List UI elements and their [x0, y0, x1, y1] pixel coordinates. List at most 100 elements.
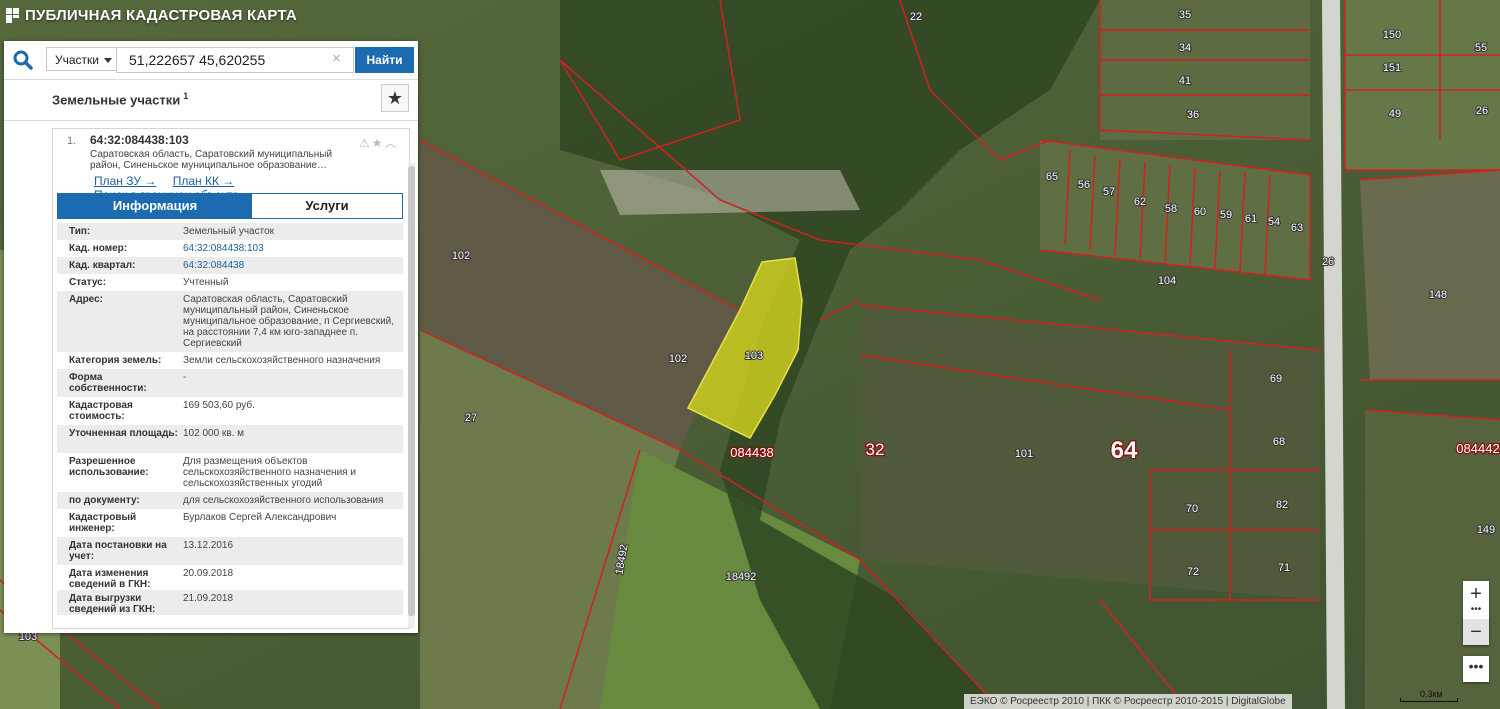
link-plan-zu[interactable]: План ЗУ →: [94, 174, 156, 188]
info-value: -: [183, 372, 187, 383]
info-row: Форма собственности: -: [57, 369, 403, 397]
info-key: Разрешенное использование:: [69, 456, 149, 478]
zoom-control: + ••• −: [1463, 581, 1489, 645]
parcel-label: 104: [1158, 275, 1176, 287]
parcel-label: 63: [1291, 222, 1303, 234]
info-value: 13.12.2016: [183, 540, 234, 551]
results-count: 1: [183, 91, 189, 101]
bare-slope: [600, 170, 860, 215]
parcel-label: 149: [1477, 524, 1495, 536]
star-outline-icon[interactable]: ★: [372, 136, 385, 150]
cad-block-link[interactable]: 64:32:084438: [183, 260, 395, 271]
parcel-label: 61: [1245, 213, 1257, 225]
field-area: [1100, 0, 1310, 140]
info-row: Разрешенное использование: Для размещения…: [57, 453, 403, 492]
parcel-label: 18492: [726, 571, 757, 583]
region-label: 64: [1111, 437, 1138, 464]
parcel-label: 101: [1015, 448, 1033, 460]
parcel-label: 68: [1273, 436, 1285, 448]
parcel-label: 82: [1276, 499, 1288, 511]
parcel-label: 49: [1389, 108, 1401, 120]
info-value: Бурлаков Сергей Александрович: [183, 512, 337, 523]
search-bar: Участки × Найти: [4, 41, 418, 79]
parcel-label: 72: [1187, 566, 1199, 578]
short-address: Саратовская область, Саратовский муницип…: [90, 149, 333, 171]
parcel-label: 35: [1179, 9, 1191, 21]
zoom-out-button[interactable]: −: [1463, 619, 1489, 645]
info-key: Адрес:: [69, 294, 103, 305]
parcel-label: 102: [452, 250, 470, 262]
info-row: Тип: Земельный участок: [57, 223, 403, 240]
chevron-down-icon: [104, 58, 112, 63]
info-value: Земельный участок: [183, 226, 275, 237]
parcel-label: 148: [1429, 289, 1447, 301]
info-key: Кадастровая стоимость:: [69, 400, 133, 422]
cad-number-link[interactable]: 64:32:084438:103: [183, 243, 395, 254]
parcel-label: 27: [465, 412, 477, 424]
card-actions: ⚠★︿: [359, 134, 399, 151]
field-area: [1345, 0, 1500, 170]
parcel-label: 69: [1270, 373, 1282, 385]
favorites-button[interactable]: ★: [381, 84, 409, 112]
parcel-label: 22: [910, 11, 922, 23]
info-key: Статус:: [69, 277, 107, 288]
copyright-bar: ЕЭКО © Росреестр 2010 | ПКК © Росреестр …: [964, 694, 1292, 709]
info-value: Для размещения объектов сельскохозяйстве…: [183, 456, 356, 489]
info-value: Учтенный: [183, 277, 229, 288]
parcel-label: 36: [1187, 109, 1199, 121]
info-row: Кад. квартал: 64:32:084438: [57, 257, 403, 274]
parcel-label: 103: [745, 350, 763, 362]
result-index: 1.: [67, 135, 77, 147]
find-button[interactable]: Найти: [355, 47, 414, 73]
info-value: 169 503,60 руб.: [183, 400, 255, 411]
info-row: Дата выгрузки сведений из ГКН: 21.09.2018: [57, 590, 403, 615]
chevron-up-icon[interactable]: ︿: [385, 136, 399, 150]
search-input[interactable]: [116, 47, 354, 73]
tab-services[interactable]: Услуги: [252, 194, 402, 218]
parcel-label: 70: [1186, 503, 1198, 515]
close-icon[interactable]: ×: [332, 51, 341, 66]
parcel-label: 34: [1179, 42, 1191, 54]
info-row: по документу: для сельскохозяйственного и…: [57, 492, 403, 509]
block-label: 084442: [1456, 441, 1499, 456]
cadastral-number-title: 64:32:084438:103: [90, 133, 189, 147]
link-plan-kk[interactable]: План КК →: [173, 174, 235, 188]
info-value: для сельскохозяйственного использования: [183, 495, 384, 506]
parcel-label: 151: [1383, 62, 1401, 74]
star-icon: ★: [386, 88, 404, 108]
scrollbar-thumb[interactable]: [408, 166, 415, 616]
info-key: Уточненная площадь:: [69, 428, 178, 439]
object-type-select[interactable]: Участки: [46, 47, 116, 71]
parcel-label: 150: [1383, 29, 1401, 41]
warning-icon[interactable]: ⚠: [359, 136, 372, 150]
more-options-button[interactable]: •••: [1463, 656, 1489, 682]
info-row: Кад. номер: 64:32:084438:103: [57, 240, 403, 257]
parcel-label: 26: [1476, 105, 1488, 117]
info-row: Категория земель: Земли сельскохозяйствен…: [57, 352, 403, 369]
parcel-label: 26: [1322, 256, 1334, 268]
info-key: Дата изменения сведений в ГКН:: [69, 568, 151, 590]
info-value: Земли сельскохозяйственного назначения: [183, 355, 381, 366]
tab-information[interactable]: Информация: [58, 194, 252, 218]
info-row: Статус: Учтенный: [57, 274, 403, 291]
block-label: 084438: [730, 445, 773, 460]
result-card: 1. 64:32:084438:103 Саратовская область,…: [52, 128, 410, 629]
info-key: Кад. номер:: [69, 243, 128, 254]
search-icon[interactable]: [10, 48, 38, 72]
parcel-label: 55: [1475, 42, 1487, 54]
parcel-label: 71: [1278, 562, 1290, 574]
info-row: Уточненная площадь: 102 000 кв. м: [57, 425, 403, 453]
info-row: Дата постановки на учет: 13.12.2016: [57, 537, 403, 565]
parcel-label: 62: [1134, 196, 1146, 208]
info-value: 20.09.2018: [183, 568, 234, 579]
object-type-label: Участки: [55, 53, 99, 67]
parcel-label: 56: [1078, 179, 1090, 191]
card-tabs: Информация Услуги: [57, 193, 403, 219]
info-value: Саратовская область, Саратовский муницип…: [183, 294, 395, 349]
info-key: Дата постановки на учет:: [69, 540, 167, 562]
zoom-level-dots: •••: [1470, 604, 1482, 615]
info-value: 21.09.2018: [183, 593, 234, 604]
info-row: Дата изменения сведений в ГКН: 20.09.2018: [57, 565, 403, 590]
results-title: Земельные участки 1: [52, 91, 188, 107]
parcel-label: 60: [1194, 206, 1206, 218]
